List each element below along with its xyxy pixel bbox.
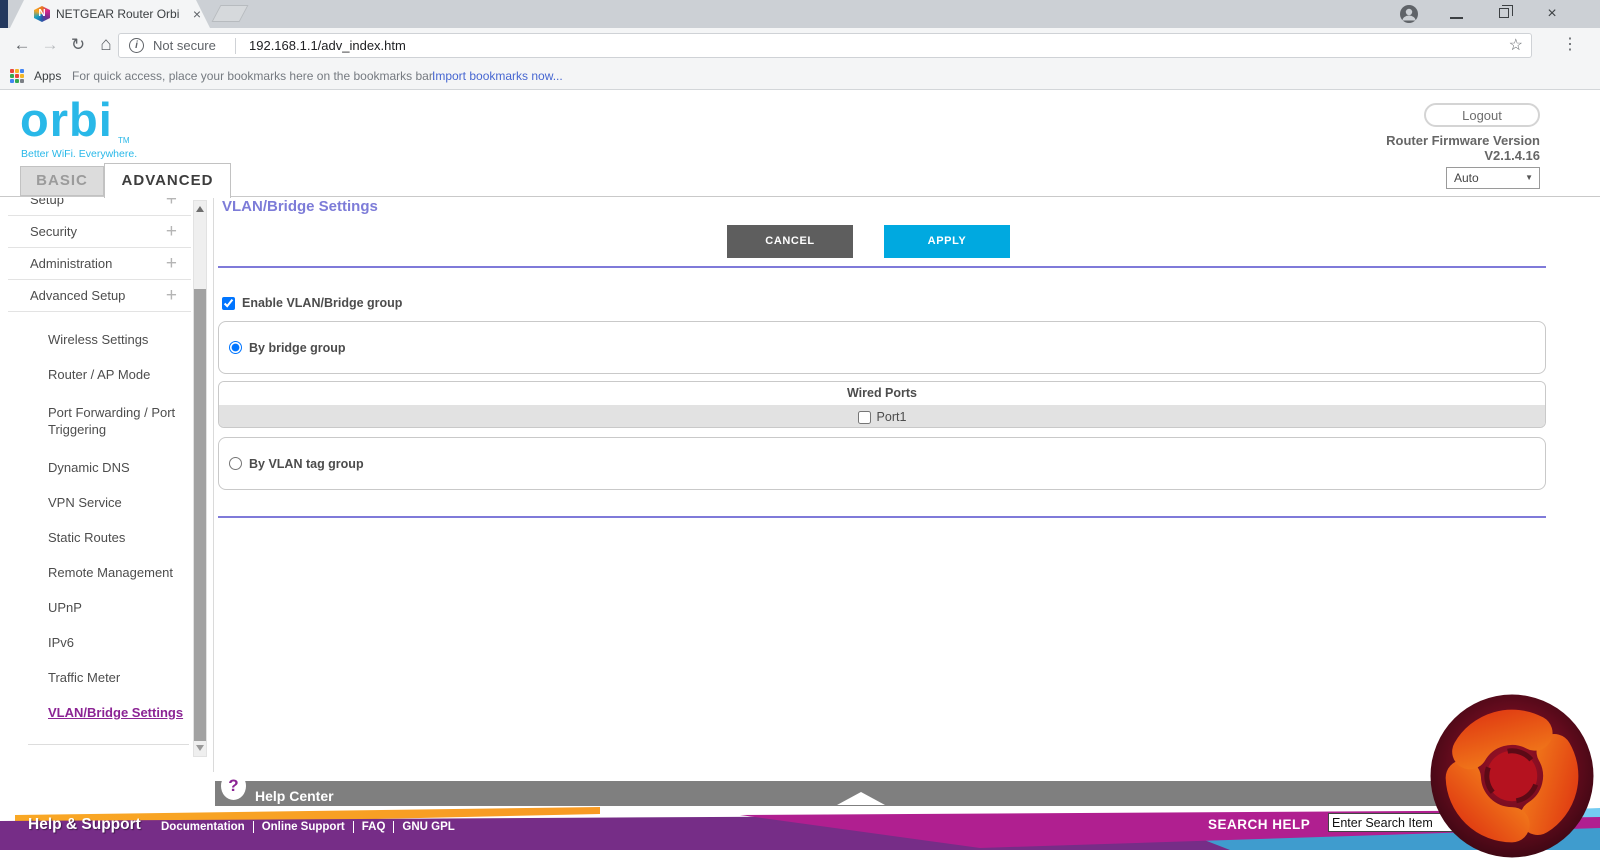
search-help-label: SEARCH HELP bbox=[1208, 817, 1311, 832]
maximize-button[interactable] bbox=[1481, 0, 1527, 28]
sidebar-item-setup[interactable]: Setup + bbox=[8, 198, 191, 216]
orbi-tagline: Better WiFi. Everywhere. bbox=[21, 148, 138, 160]
import-bookmarks-link[interactable]: Import bookmarks now... bbox=[432, 69, 563, 83]
enable-vlan-label: Enable VLAN/Bridge group bbox=[242, 296, 403, 310]
apps-grid-icon[interactable] bbox=[10, 69, 24, 83]
omnibox-separator bbox=[235, 38, 236, 54]
new-tab-button[interactable] bbox=[211, 5, 249, 22]
bookmark-star-icon[interactable]: ☆ bbox=[1509, 35, 1523, 55]
sidebar-item-router-ap-mode[interactable]: Router / AP Mode bbox=[0, 357, 193, 392]
scrollbar-thumb[interactable] bbox=[194, 289, 206, 741]
firmware-label: Router Firmware Version bbox=[1386, 133, 1540, 148]
cancel-button[interactable]: CANCEL bbox=[727, 225, 853, 258]
header-rule bbox=[0, 196, 1600, 197]
tab-advanced[interactable]: ADVANCED bbox=[104, 163, 231, 198]
home-icon[interactable]: ⌂ bbox=[92, 31, 120, 59]
online-support-link[interactable]: Online Support bbox=[252, 821, 353, 833]
sidebar-item-port-forwarding[interactable]: Port Forwarding / Port Triggering bbox=[0, 392, 193, 450]
sidebar-divider bbox=[28, 744, 189, 745]
reload-icon[interactable]: ↻ bbox=[64, 31, 92, 59]
sidebar-item-administration[interactable]: Administration + bbox=[8, 248, 191, 280]
collapse-triangle-icon[interactable] bbox=[837, 792, 885, 805]
wired-ports-table: Wired Ports Port1 bbox=[218, 381, 1546, 428]
enable-vlan-checkbox[interactable] bbox=[222, 296, 235, 310]
forward-icon: → bbox=[41, 35, 59, 54]
sidebar-item-wireless-settings[interactable]: Wireless Settings bbox=[0, 322, 193, 357]
language-dropdown[interactable]: Auto ▼ bbox=[1446, 167, 1540, 189]
sidebar-item-ipv6[interactable]: IPv6 bbox=[0, 625, 193, 660]
netgear-favicon-icon: N bbox=[34, 6, 50, 22]
logout-button[interactable]: Logout bbox=[1424, 103, 1540, 127]
faq-link[interactable]: FAQ bbox=[352, 821, 394, 833]
footer-links: Documentation Online Support FAQ GNU GPL bbox=[153, 821, 463, 833]
chevron-down-icon: ▼ bbox=[1525, 173, 1533, 182]
footer: Help & Support Documentation Online Supp… bbox=[0, 806, 1600, 860]
sidebar-content-divider bbox=[213, 197, 214, 772]
bookmarks-bar: Apps For quick access, place your bookma… bbox=[0, 62, 1600, 90]
window-edge bbox=[0, 0, 8, 28]
url-text[interactable]: 192.168.1.1/adv_index.htm bbox=[249, 38, 406, 53]
vlan-tag-group-label: By VLAN tag group bbox=[249, 456, 364, 471]
profile-glyph bbox=[1400, 5, 1418, 23]
expand-plus-icon[interactable]: + bbox=[166, 198, 185, 211]
sidebar-item-vpn-service[interactable]: VPN Service bbox=[0, 485, 193, 520]
gnu-gpl-link[interactable]: GNU GPL bbox=[393, 821, 462, 833]
sidebar-item-remote-management[interactable]: Remote Management bbox=[0, 555, 193, 590]
info-icon[interactable]: i bbox=[129, 38, 144, 53]
browser-menu-icon[interactable]: ⋮ bbox=[1558, 34, 1582, 54]
table-row: Port1 bbox=[219, 405, 1545, 427]
orbi-logo-tm: TM bbox=[118, 136, 130, 145]
sidebar: Setup + Security + Administration + Adva… bbox=[0, 198, 193, 758]
browser-tab[interactable]: N NETGEAR Router Orbi × bbox=[10, 0, 210, 28]
language-selected: Auto bbox=[1454, 171, 1479, 185]
window-close-button[interactable]: × bbox=[1529, 0, 1575, 28]
browser-tab-strip: N NETGEAR Router Orbi × × bbox=[0, 0, 1600, 28]
purple-rule-top bbox=[218, 266, 1546, 268]
port1-label: Port1 bbox=[876, 410, 907, 424]
tab-basic[interactable]: BASIC bbox=[20, 166, 104, 196]
purple-rule-bottom bbox=[218, 516, 1546, 518]
documentation-link[interactable]: Documentation bbox=[153, 821, 253, 833]
tab-close-icon[interactable]: × bbox=[188, 5, 206, 23]
page-title: VLAN/Bridge Settings bbox=[222, 198, 378, 215]
vlan-tag-group-radio[interactable] bbox=[229, 457, 242, 470]
apps-label[interactable]: Apps bbox=[34, 69, 61, 83]
expand-plus-icon[interactable]: + bbox=[166, 285, 185, 307]
help-question-icon: ? bbox=[221, 772, 246, 800]
tab-title: NETGEAR Router Orbi bbox=[56, 7, 180, 21]
wired-ports-header: Wired Ports bbox=[219, 382, 1545, 405]
screen: N NETGEAR Router Orbi × × ← → ↻ ⌂ i Not … bbox=[0, 0, 1600, 860]
sidebar-item-upnp[interactable]: UPnP bbox=[0, 590, 193, 625]
firmware-version: V2.1.4.16 bbox=[1484, 148, 1540, 163]
sidebar-item-security[interactable]: Security + bbox=[8, 216, 191, 248]
scroll-down-icon[interactable] bbox=[196, 745, 204, 751]
bridge-group-box: By bridge group bbox=[218, 321, 1546, 374]
sidebar-item-dynamic-dns[interactable]: Dynamic DNS bbox=[0, 450, 193, 485]
sidebar-item-static-routes[interactable]: Static Routes bbox=[0, 520, 193, 555]
bridge-group-radio[interactable] bbox=[229, 341, 242, 354]
port1-checkbox[interactable] bbox=[857, 410, 871, 424]
enable-vlan-row: Enable VLAN/Bridge group bbox=[222, 296, 402, 310]
bookmarks-hint: For quick access, place your bookmarks h… bbox=[72, 69, 436, 83]
sidebar-item-traffic-meter[interactable]: Traffic Meter bbox=[0, 660, 193, 695]
vlan-tag-group-box: By VLAN tag group bbox=[218, 437, 1546, 490]
apply-button[interactable]: APPLY bbox=[884, 225, 1010, 258]
swirl-ball-logo bbox=[1430, 694, 1594, 858]
back-icon[interactable]: ← bbox=[8, 31, 36, 59]
sidebar-item-advanced-setup[interactable]: Advanced Setup + bbox=[8, 280, 191, 312]
browser-toolbar: ← → ↻ ⌂ i Not secure 192.168.1.1/adv_ind… bbox=[0, 28, 1600, 62]
sidebar-item-vlan-bridge-settings[interactable]: VLAN/Bridge Settings bbox=[0, 695, 193, 730]
address-bar[interactable]: i Not secure 192.168.1.1/adv_index.htm ☆ bbox=[118, 33, 1532, 58]
profile-icon[interactable] bbox=[1386, 0, 1432, 28]
security-label: Not secure bbox=[153, 38, 216, 53]
minimize-button[interactable] bbox=[1433, 0, 1479, 28]
orbi-logo: orbi bbox=[20, 93, 113, 146]
expand-plus-icon[interactable]: + bbox=[166, 253, 185, 275]
expand-plus-icon[interactable]: + bbox=[166, 221, 185, 243]
sidebar-scrollbar[interactable] bbox=[193, 200, 207, 757]
scroll-up-icon[interactable] bbox=[196, 206, 204, 212]
help-support-title: Help & Support bbox=[28, 816, 141, 833]
bridge-group-label: By bridge group bbox=[249, 340, 346, 355]
